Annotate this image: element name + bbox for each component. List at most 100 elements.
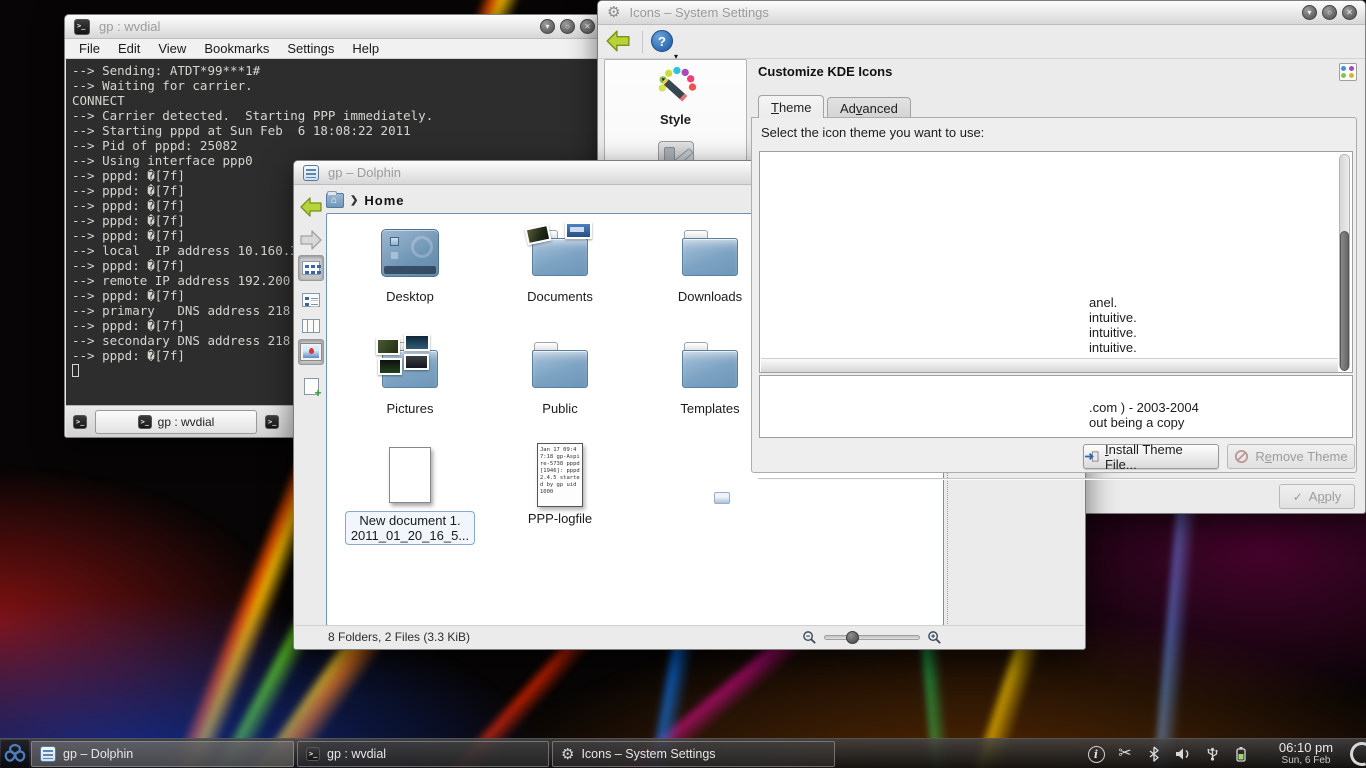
tab-advanced[interactable]: Advanced bbox=[827, 97, 911, 118]
forward-button[interactable] bbox=[298, 227, 324, 253]
launcher-logo-icon bbox=[3, 742, 27, 766]
page-title: Customize KDE Icons bbox=[758, 64, 892, 79]
page-blank-icon bbox=[389, 447, 431, 503]
terminal-titlebar[interactable]: gp : wvdial ▾ ○ ✕ bbox=[65, 15, 603, 39]
file-item[interactable]: Pictures bbox=[335, 334, 485, 416]
preview-icon bbox=[301, 344, 321, 360]
preview-button[interactable] bbox=[298, 339, 324, 365]
split-view-button[interactable] bbox=[298, 373, 324, 399]
scissors-tray-icon[interactable]: ✂ bbox=[1115, 744, 1135, 764]
terminal-tab-label: gp : wvdial bbox=[158, 415, 215, 429]
icon-theme-list[interactable]: anel.intuitive.intuitive.intuitive. bbox=[759, 151, 1353, 373]
clock-date: Sun, 6 Feb bbox=[1270, 755, 1342, 766]
terminal-line: --> Pid of pppd: 25082 bbox=[72, 138, 596, 153]
breadcrumb-home[interactable]: Home bbox=[364, 193, 404, 208]
volume-tray-icon[interactable] bbox=[1173, 744, 1193, 764]
menu-edit[interactable]: Edit bbox=[118, 41, 140, 56]
file-item[interactable]: Jan 17 09:47:18 gp-Aspire-5738 pppd[1946… bbox=[485, 444, 635, 526]
file-item[interactable]: Desktop bbox=[335, 222, 485, 304]
zoom-out-icon[interactable] bbox=[802, 630, 817, 650]
details-view-button[interactable] bbox=[298, 287, 324, 313]
info-tray-icon[interactable]: i bbox=[1086, 744, 1106, 764]
file-item[interactable]: New document 1. 2011_01_20_16_5... bbox=[335, 444, 485, 545]
file-preview-text: Jan 17 09:47:18 gp-Aspire-5738 pppd[1946… bbox=[538, 444, 582, 499]
terminal-tab[interactable]: gp : wvdial bbox=[95, 410, 257, 434]
task-label: gp – Dolphin bbox=[63, 747, 133, 761]
help-button[interactable]: ? bbox=[651, 30, 673, 52]
details-view-icon bbox=[302, 293, 320, 307]
back-button[interactable] bbox=[604, 27, 632, 55]
menu-bookmarks[interactable]: Bookmarks bbox=[204, 41, 269, 56]
home-folder-icon[interactable] bbox=[326, 193, 344, 208]
file-label: Desktop bbox=[386, 289, 434, 304]
scrollbar-handle[interactable] bbox=[1340, 231, 1349, 371]
system-settings-titlebar[interactable]: ⚙ Icons – System Settings ▾ ○ ✕ bbox=[598, 1, 1365, 25]
terminal-line: --> Carrier detected. Starting PPP immed… bbox=[72, 108, 596, 123]
sidebar-item-style[interactable]: Style bbox=[605, 60, 746, 127]
app-launcher-button[interactable] bbox=[1, 740, 29, 768]
forward-arrow-icon bbox=[299, 228, 323, 252]
file-label: PPP-logfile bbox=[528, 511, 592, 526]
file-label: Public bbox=[542, 401, 577, 416]
scrollbar[interactable] bbox=[1339, 154, 1350, 370]
theme-description-fragment: out being a copy bbox=[1089, 415, 1184, 430]
columns-view-icon bbox=[302, 319, 320, 333]
menu-settings[interactable]: Settings bbox=[287, 41, 334, 56]
maximize-button[interactable]: ○ bbox=[560, 19, 575, 34]
taskbar-task-gp-dolphin[interactable]: gp – Dolphin bbox=[31, 741, 294, 767]
separator bbox=[758, 478, 1355, 480]
desktop-icon bbox=[381, 229, 439, 277]
close-button[interactable]: ✕ bbox=[1342, 5, 1357, 20]
minimize-button[interactable]: ▾ bbox=[540, 19, 555, 34]
file-label: Downloads bbox=[678, 289, 742, 304]
taskbar-task-icons-system-settings[interactable]: ⚙Icons – System Settings bbox=[552, 741, 835, 767]
terminal-tab-icon bbox=[138, 415, 152, 429]
battery-tray-icon[interactable] bbox=[1231, 744, 1251, 764]
zoom-slider[interactable] bbox=[824, 635, 920, 640]
remove-theme-button[interactable]: Remove Theme bbox=[1227, 444, 1355, 469]
tab-list-icon[interactable] bbox=[265, 415, 279, 429]
back-arrow-icon bbox=[605, 28, 631, 54]
status-bar: 8 Folders, 2 Files (3.3 KiB) bbox=[295, 625, 1084, 648]
zoom-in-icon[interactable] bbox=[927, 630, 942, 650]
back-arrow-icon bbox=[299, 195, 323, 219]
icons-view-button[interactable] bbox=[298, 255, 324, 281]
menu-file[interactable]: File bbox=[79, 41, 100, 56]
theme-description-fragment: .com ) - 2003-2004 bbox=[1089, 400, 1199, 415]
bluetooth-tray-icon[interactable] bbox=[1144, 744, 1164, 764]
icon-theme-select-label: Select the icon theme you want to use: bbox=[761, 125, 984, 140]
selected-theme-row[interactable] bbox=[761, 358, 1338, 373]
clock-time: 06:10 pm bbox=[1270, 740, 1342, 755]
usb-tray-icon[interactable] bbox=[1202, 744, 1222, 764]
theme-list-fragment: intuitive. bbox=[1089, 340, 1137, 355]
clock[interactable]: 06:10 pm Sun, 6 Feb bbox=[1270, 740, 1342, 768]
tab-theme[interactable]: Theme bbox=[758, 95, 824, 118]
maximize-button[interactable]: ○ bbox=[1322, 5, 1337, 20]
menu-help[interactable]: Help bbox=[352, 41, 379, 56]
file-item[interactable]: Documents bbox=[485, 222, 635, 304]
zoom-slider-knob[interactable] bbox=[846, 631, 859, 644]
columns-view-button[interactable] bbox=[298, 313, 324, 339]
terminal-menubar: File Edit View Bookmarks Settings Help bbox=[65, 39, 603, 59]
breadcrumb: ❯ Home bbox=[326, 188, 405, 212]
drag-ghost-icon bbox=[714, 492, 730, 504]
close-button[interactable]: ✕ bbox=[580, 19, 595, 34]
folder-documents-icon bbox=[532, 230, 588, 276]
check-icon: ✓ bbox=[1293, 490, 1303, 504]
apply-button[interactable]: ✓ Apply bbox=[1279, 484, 1355, 509]
remove-icon bbox=[1234, 449, 1249, 464]
install-theme-button[interactable]: Install Theme File... bbox=[1083, 444, 1219, 469]
terminal-icon bbox=[306, 747, 320, 761]
back-button[interactable] bbox=[298, 194, 324, 220]
panel-cashew-icon[interactable] bbox=[1346, 738, 1366, 768]
terminal-line: --> Waiting for carrier. bbox=[72, 78, 596, 93]
terminal-cursor bbox=[72, 364, 79, 377]
menu-view[interactable]: View bbox=[158, 41, 186, 56]
taskbar-task-gp-wvdial[interactable]: gp : wvdial bbox=[297, 741, 549, 767]
gear-icon: ⚙ bbox=[561, 747, 574, 762]
file-item[interactable]: Public bbox=[485, 334, 635, 416]
minimize-button[interactable]: ▾ bbox=[1302, 5, 1317, 20]
file-label: Documents bbox=[527, 289, 593, 304]
new-tab-icon[interactable] bbox=[73, 415, 87, 429]
file-label: Pictures bbox=[387, 401, 434, 416]
